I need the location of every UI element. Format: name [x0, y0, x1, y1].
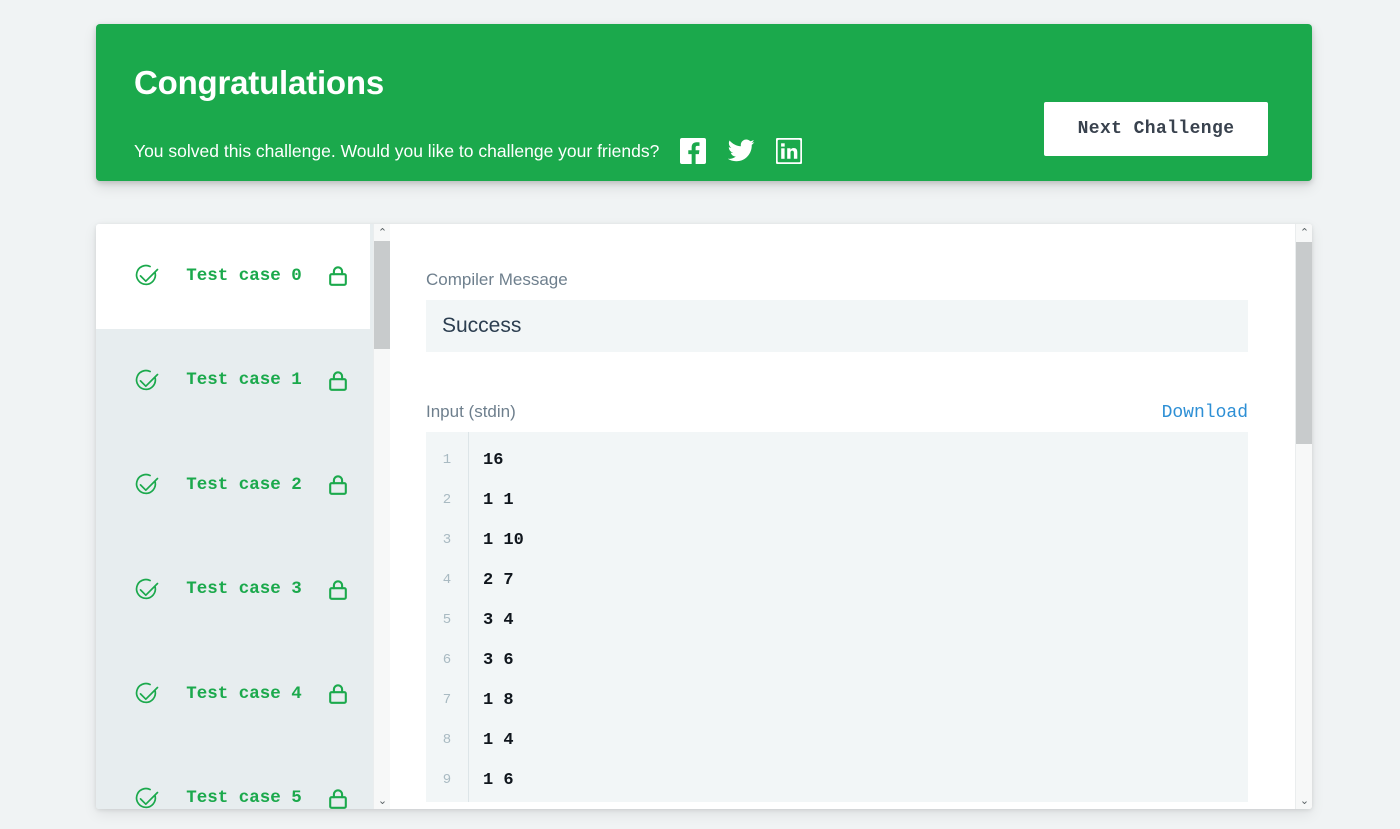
code-line-text: 1 10 — [483, 530, 524, 550]
code-line-text: 1 6 — [483, 770, 514, 790]
code-gutter-divider — [468, 432, 469, 802]
detail-scrollbar-thumb[interactable] — [1296, 242, 1312, 444]
social-share-list — [679, 137, 803, 165]
code-line: 2 1 1 — [426, 480, 1248, 520]
testcase-scrollbar[interactable]: ⌃ ⌄ — [373, 224, 390, 809]
code-line: 4 2 7 — [426, 560, 1248, 600]
code-line-text: 1 4 — [483, 730, 514, 750]
lock-icon — [328, 473, 348, 497]
testcase-label: Test case 4 — [186, 683, 302, 704]
testcase-item-5[interactable]: Test case 5 — [96, 746, 370, 809]
lock-icon — [328, 264, 348, 288]
code-line: 3 1 10 — [426, 520, 1248, 560]
testcase-label: Test case 3 — [186, 579, 302, 600]
lock-icon — [328, 578, 348, 602]
code-line-number: 8 — [442, 732, 452, 748]
code-line-number: 5 — [442, 612, 452, 628]
download-link[interactable]: Download — [1162, 403, 1248, 423]
compiler-message-value: Success — [426, 300, 1248, 352]
code-line-text: 3 4 — [483, 610, 514, 630]
testcase-list: Test case 0 Test case 1 Test case 2 Test ca… — [96, 224, 370, 809]
twitter-icon[interactable] — [727, 137, 755, 165]
code-line-number: 2 — [442, 492, 452, 508]
testcase-item-2[interactable]: Test case 2 — [96, 433, 370, 538]
code-line: 5 3 4 — [426, 600, 1248, 640]
testcase-label: Test case 2 — [186, 474, 302, 495]
scroll-down-arrow-icon[interactable]: ⌄ — [374, 792, 390, 809]
code-line-text: 16 — [483, 450, 504, 470]
compiler-message-label: Compiler Message — [426, 270, 568, 289]
congratulations-banner: Congratulations You solved this challeng… — [96, 24, 1312, 181]
page-title: Congratulations — [134, 64, 384, 101]
check-circle-icon — [134, 786, 160, 809]
testcase-item-4[interactable]: Test case 4 — [96, 642, 370, 747]
code-line: 1 16 — [426, 440, 1248, 480]
lock-icon — [328, 369, 348, 393]
lock-icon — [328, 787, 348, 809]
code-line-number: 9 — [442, 772, 452, 788]
code-lines-container: 1 16 2 1 1 3 1 10 4 2 7 5 3 4 6 3 6 7 1 8 8 1 4 9 1 6 — [426, 440, 1248, 800]
testcase-detail-pane: Compiler Message Success Input (stdin) D… — [390, 224, 1312, 809]
detail-scroll-content: Compiler Message Success Input (stdin) D… — [390, 224, 1294, 809]
code-line-number: 6 — [442, 652, 452, 668]
testcase-label: Test case 1 — [186, 370, 302, 391]
code-line-number: 7 — [442, 692, 452, 708]
code-line-number: 4 — [442, 572, 452, 588]
check-circle-icon — [134, 368, 160, 394]
results-panel: Test case 0 Test case 1 Test case 2 Test ca… — [96, 224, 1312, 809]
check-circle-icon — [134, 263, 160, 289]
testcase-list-pane: Test case 0 Test case 1 Test case 2 Test ca… — [96, 224, 390, 809]
code-line: 8 1 4 — [426, 720, 1248, 760]
banner-subtitle: You solved this challenge. Would you lik… — [134, 140, 660, 161]
scroll-down-arrow-icon[interactable]: ⌄ — [1296, 792, 1312, 809]
input-header-row: Input (stdin) Download — [426, 402, 1248, 423]
banner-subtitle-row: You solved this challenge. Would you lik… — [134, 137, 803, 165]
detail-scrollbar[interactable]: ⌃ ⌄ — [1295, 224, 1312, 809]
check-circle-icon — [134, 681, 160, 707]
banner-inner: Congratulations You solved this challeng… — [96, 24, 1312, 181]
code-line-text: 2 7 — [483, 570, 514, 590]
testcase-item-0[interactable]: Test case 0 — [96, 224, 370, 329]
linkedin-icon[interactable] — [775, 137, 803, 165]
code-line: 7 1 8 — [426, 680, 1248, 720]
check-circle-icon — [134, 472, 160, 498]
code-line: 9 1 6 — [426, 760, 1248, 800]
scroll-up-arrow-icon[interactable]: ⌃ — [1296, 224, 1312, 241]
code-line-text: 1 1 — [483, 490, 514, 510]
check-circle-icon — [134, 577, 160, 603]
code-line-text: 1 8 — [483, 690, 514, 710]
testcase-item-3[interactable]: Test case 3 — [96, 537, 370, 642]
facebook-icon[interactable] — [679, 137, 707, 165]
testcase-label: Test case 5 — [186, 788, 302, 809]
testcase-scrollbar-thumb[interactable] — [374, 241, 390, 349]
input-stdin-label: Input (stdin) — [426, 402, 516, 421]
code-line-number: 1 — [442, 452, 452, 468]
code-line: 6 3 6 — [426, 640, 1248, 680]
next-challenge-button[interactable]: Next Challenge — [1044, 102, 1268, 156]
code-line-text: 3 6 — [483, 650, 514, 670]
testcase-label: Test case 0 — [186, 265, 302, 286]
testcase-item-1[interactable]: Test case 1 — [96, 328, 370, 433]
input-code-block: 1 16 2 1 1 3 1 10 4 2 7 5 3 4 6 3 6 7 1 8 8 1 4 9 1 6 — [426, 432, 1248, 802]
lock-icon — [328, 682, 348, 706]
code-line-number: 3 — [442, 532, 452, 548]
scroll-up-arrow-icon[interactable]: ⌃ — [374, 224, 390, 241]
